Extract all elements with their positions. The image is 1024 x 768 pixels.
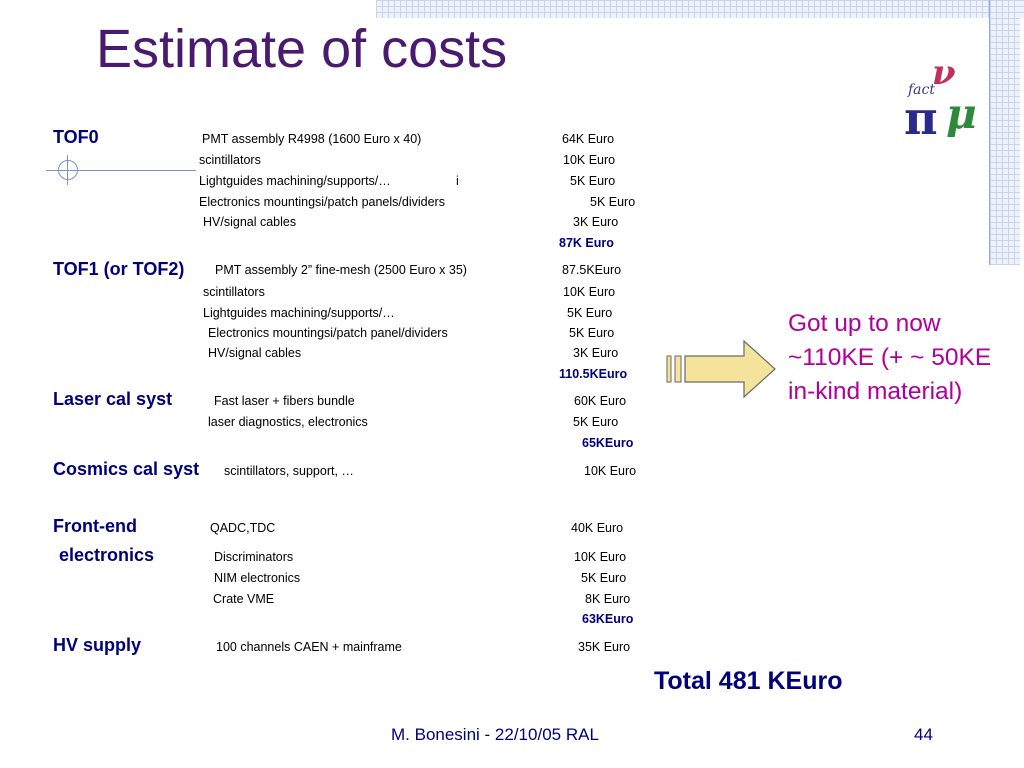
tof1-item-label: Lightguides machining/supports/… [203,306,395,320]
hv-heading: HV supply [53,635,142,655]
frontend-item-cost: 10K Euro [574,550,627,564]
tof1-item-cost: 5K Euro [569,326,615,340]
crosshair-line [67,155,68,185]
cosmics-item-label: scintillators, support, … [224,464,354,478]
tof0-item-label: scintillators [199,153,261,167]
frontend-item-cost: 5K Euro [581,571,627,585]
laser-subtotal: 65KEuro [582,436,634,450]
tof0-item-cost: 5K Euro [570,174,616,188]
tof0-item-cost: 10K Euro [563,153,616,167]
crosshair-icon [58,160,78,180]
tof0-heading: TOF0 [53,127,99,147]
laser-item-label: Fast laser + fibers bundle [214,394,355,408]
hv-item-label: 100 channels CAEN + mainframe [216,640,402,654]
tof1-item-cost: 87.5KEuro [562,263,622,277]
tof1-item-label: scintillators [203,285,265,299]
tof0-item-cost: 3K Euro [573,215,619,229]
tof0-item-label: Lightguides machining/supports/… [199,174,391,188]
cosmics-item-cost: 10K Euro [584,464,637,478]
frontend-item-cost: 40K Euro [571,521,624,535]
laser-item-cost: 60K Euro [574,394,627,408]
frontend-item-label: Discriminators [214,550,294,564]
laser-item-label: laser diagnostics, electronics [208,415,368,429]
footer-author: M. Bonesini - 22/10/05 RAL [391,725,599,744]
tof0-subtotal: 87K Euro [559,236,614,250]
tof1-item-cost: 5K Euro [567,306,613,320]
tof0-item-label: Electronics mountingsi/patch panels/divi… [199,195,445,209]
page-title: Estimate of costs [96,19,508,79]
frontend-heading-line2: electronics [59,545,155,565]
tof1-heading: TOF1 (or TOF2) [53,259,185,279]
laser-heading: Laser cal syst [53,389,173,409]
tof0-item-label: HV/signal cables [203,215,297,229]
decorative-grid-column [990,0,1020,265]
tof1-item-label: HV/signal cables [208,346,302,360]
right-arrow-icon [666,340,776,399]
tof0-item-cost: 5K Euro [590,195,636,209]
hv-item-cost: 35K Euro [578,640,631,654]
tof1-item-cost: 3K Euro [573,346,619,360]
funding-note: Got up to now ~110KE (+ ~ 50KE in-kind m… [788,310,992,405]
tof1-item-label: PMT assembly 2” fine-mesh (2500 Euro x 3… [215,263,467,277]
tof0-item-label: PMT assembly R4998 (1600 Euro x 40) [202,132,422,146]
frontend-heading: Front-end [53,516,137,536]
frontend-item-cost: 8K Euro [585,592,631,606]
logo-mu-glyph: μ [946,89,977,138]
frontend-item-label: QADC,TDC [210,521,276,535]
tof1-item-cost: 10K Euro [563,285,616,299]
cosmics-heading: Cosmics cal syst [53,459,200,479]
logo-pi-glyph: π [904,91,938,138]
decorative-grid-band [376,0,1024,18]
tof1-subtotal: 110.5KEuro [559,367,628,381]
nu-mu-pi-logo-icon: fact ν π μ [904,58,977,138]
frontend-item-label: Crate VME [213,592,275,606]
logo-nu-glyph: ν [932,58,956,93]
tof0-item-extra: i [456,174,459,188]
total-cost: Total 481 KEuro [654,667,843,695]
page-number: 44 [914,725,933,744]
tof1-item-label: Electronics mountingsi/patch panel/divid… [208,326,448,340]
laser-item-cost: 5K Euro [573,415,619,429]
frontend-item-label: NIM electronics [214,571,301,585]
tof0-item-cost: 64K Euro [562,132,615,146]
frontend-subtotal: 63KEuro [582,612,634,626]
